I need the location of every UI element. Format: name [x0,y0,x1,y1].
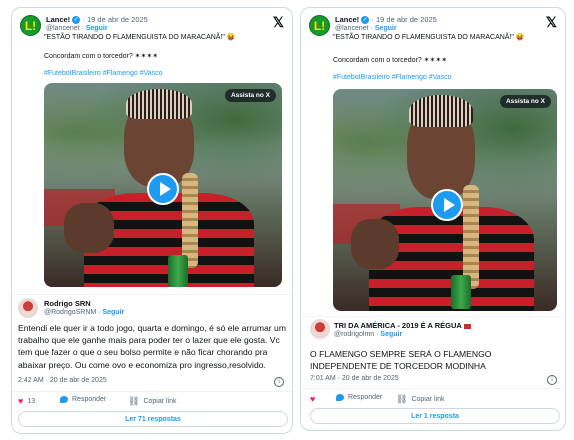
reply-text: Entendi ele quer ir a todo jogo, quarta … [18,323,286,370]
tweet-text-line-1: "ESTÃO TIRANDO O FLAMENGUISTA DO MARACAN… [44,34,236,41]
reply-bubble-icon [60,396,68,403]
tweet-hashtags[interactable]: #FuteboIBrasileiro #Flamengo #Vasco [333,74,452,81]
tweet-actions: ♥ Responder ⛓ Copiar link [310,394,560,406]
reply-author-subline: @RodrigoSRNM · Seguir [44,309,125,316]
reply-date[interactable]: 2:42 AM · 20 de abr de 2025 [18,377,107,384]
flag-icon [463,323,471,329]
follow-button[interactable]: Seguir [86,25,108,32]
info-icon[interactable]: i [274,377,284,387]
author-name[interactable]: Lance! [335,15,359,24]
play-icon[interactable] [431,189,463,221]
tweet-text-line-1: "ESTÃO TIRANDO O FLAMENGUISTA DO MARACAN… [333,34,525,41]
watch-on-x-button[interactable]: Assista no X [499,95,551,108]
tweet-date[interactable]: 19 de abr de 2025 [87,15,148,24]
info-icon[interactable]: i [547,375,557,385]
lance-logo-avatar[interactable]: L! [20,15,41,36]
reply-follow-button[interactable]: Seguir [102,309,124,316]
author-name[interactable]: Lance! [46,15,70,24]
author-handle[interactable]: @lancenet [335,25,369,32]
copy-link-button[interactable]: ⛓ Copiar link [396,394,445,405]
author-subline: @lancenet · Seguir [46,25,108,32]
lance-logo-avatar[interactable]: L! [309,15,330,36]
reply-bubble-icon [336,394,344,401]
like-button[interactable]: ♥ [310,394,319,404]
reply-button[interactable]: Responder [60,396,106,403]
like-button[interactable]: ♥ 13 [18,396,35,406]
reply-follow-button[interactable]: Seguir [380,331,402,338]
read-replies-button[interactable]: Ler 71 respostas [18,411,288,427]
reply-avatar[interactable] [310,319,330,339]
tweet-hashtags[interactable]: #FuteboIBrasileiro #Flamengo #Vasco [44,70,163,77]
x-logo-icon[interactable]: 𝕏 [546,14,557,31]
heart-icon: ♥ [310,394,316,404]
reply-author-name[interactable]: Rodrigo SRN [44,299,91,308]
video-thumbnail[interactable]: Assista no X [333,89,557,311]
heart-icon: ♥ [18,396,24,406]
copy-link-button[interactable]: ⛓ Copiar link [128,396,177,407]
reply-date[interactable]: 7:01 AM · 20 de abr de 2025 [310,375,399,382]
author-handle[interactable]: @lancenet [46,25,80,32]
author-subline: @lancenet · Seguir [335,25,397,32]
reply-avatar[interactable] [18,298,38,318]
reply-author-name[interactable]: TRI DA AMÉRICA - 2019 É A RÉGUA [334,321,471,330]
like-count: 13 [27,397,36,405]
play-icon[interactable] [147,173,179,205]
video-thumbnail[interactable]: Assista no X [44,83,282,287]
x-logo-icon[interactable]: 𝕏 [273,14,284,31]
reply-author-subline: @rodrigolmn · Seguir [334,331,403,338]
tweet-date[interactable]: 19 de abr de 2025 [376,15,437,24]
follow-button[interactable]: Seguir [375,25,397,32]
author-line: Lance! ✓ · 19 de abr de 2025 [335,15,437,25]
verified-badge-icon: ✓ [361,16,370,25]
tweet-text-line-2: Concordam com o torcedor? ✶✶✶✶ [333,57,448,64]
link-icon: ⛓ [396,394,408,404]
reply-button[interactable]: Responder [336,394,382,401]
reply-text: O FLAMENGO SEMPRE SERÁ O FLAMENGO INDEPE… [310,349,492,372]
tweet-actions: ♥ 13 Responder ⛓ Copiar link [18,396,288,408]
tweet-card-left: L! Lance! ✓ · 19 de abr de 2025 @lancene… [11,7,293,434]
tweet-card-right: L! Lance! ✓ · 19 de abr de 2025 @lancene… [300,7,566,431]
author-line: Lance! ✓ · 19 de abr de 2025 [46,15,148,25]
tweet-text-line-2: Concordam com o torcedor? ✶✶✶✶ [44,53,159,60]
reply-author-handle[interactable]: @rodrigolmn [334,331,374,338]
verified-badge-icon: ✓ [72,16,81,25]
watch-on-x-button[interactable]: Assista no X [224,89,276,102]
link-icon: ⛓ [128,396,140,406]
read-replies-button[interactable]: Ler 1 resposta [310,408,560,424]
reply-author-handle[interactable]: @RodrigoSRNM [44,309,96,316]
